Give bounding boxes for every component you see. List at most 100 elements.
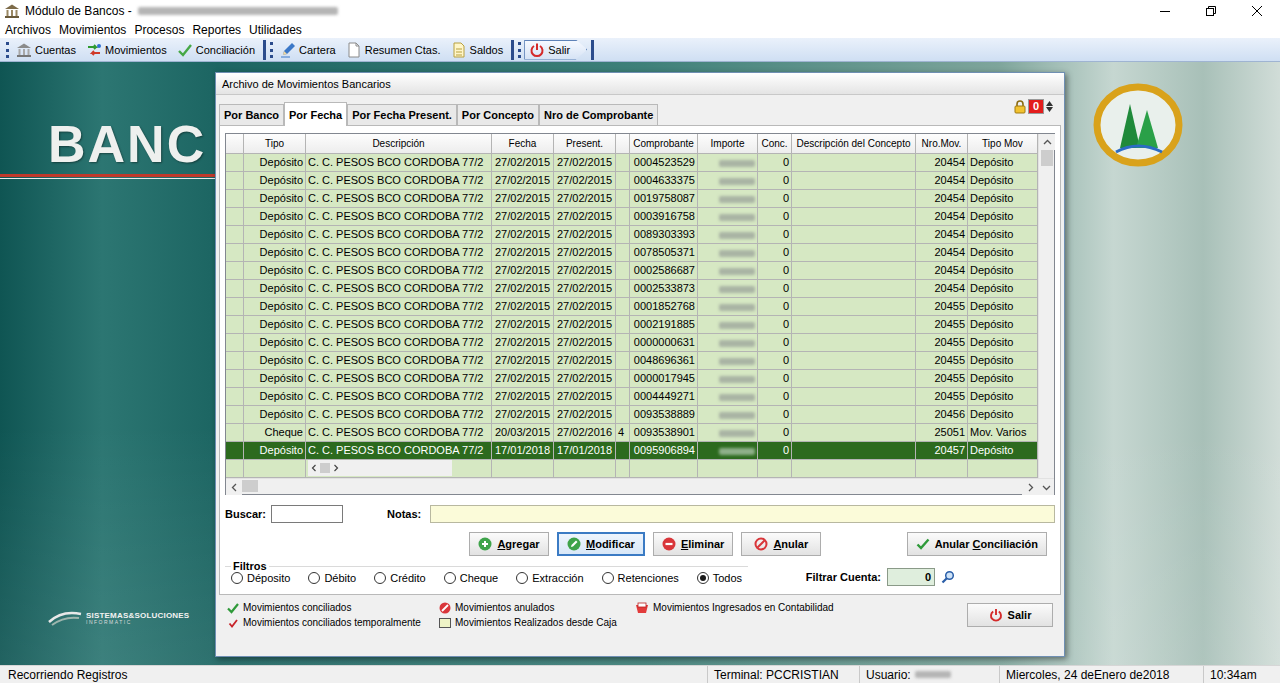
grid-new-row[interactable] bbox=[226, 460, 1038, 478]
scroll-down-button[interactable] bbox=[1038, 479, 1054, 495]
toolbar-grip[interactable] bbox=[518, 42, 521, 58]
scroll-thumb[interactable] bbox=[1041, 150, 1053, 166]
cell-scrollbar[interactable] bbox=[308, 460, 452, 476]
action-button[interactable]: Eliminar bbox=[653, 532, 733, 556]
movement-number-cell: 20455 bbox=[916, 334, 968, 352]
minimize-icon bbox=[1160, 6, 1170, 16]
type-cell: Depósito bbox=[244, 208, 306, 226]
toolbar-grip[interactable] bbox=[270, 42, 273, 58]
column-header[interactable]: Descripción bbox=[306, 134, 492, 154]
grid-row[interactable]: DepósitoC. C. PESOS BCO CORDOBA 77/227/0… bbox=[226, 244, 1038, 262]
type-cell: Depósito bbox=[244, 226, 306, 244]
column-header[interactable]: Nro.Mov. bbox=[916, 134, 968, 154]
column-header[interactable]: Conc. bbox=[758, 134, 792, 154]
grid-row[interactable]: DepósitoC. C. PESOS BCO CORDOBA 77/227/0… bbox=[226, 316, 1038, 334]
grid-row[interactable]: DepósitoC. C. PESOS BCO CORDOBA 77/227/0… bbox=[226, 280, 1038, 298]
tab[interactable]: Por Fecha Present. bbox=[347, 104, 457, 125]
movements-icon bbox=[86, 42, 102, 58]
filter-radio[interactable]: Crédito bbox=[374, 572, 425, 584]
date-cell: 27/02/2015 bbox=[492, 244, 554, 262]
clear-reconciliation-button[interactable]: Anular Conciliación bbox=[907, 532, 1047, 556]
toolbar-button[interactable]: Resumen Ctas. bbox=[342, 40, 445, 60]
add-icon bbox=[478, 537, 492, 551]
action-button[interactable]: Anular bbox=[741, 532, 821, 556]
counter-value[interactable]: 0 bbox=[1028, 99, 1044, 114]
search-input[interactable] bbox=[271, 505, 343, 523]
menu-item[interactable]: Utilidades bbox=[245, 23, 306, 37]
column-header[interactable]: Descripción del Concepto bbox=[792, 134, 916, 154]
filter-radio[interactable]: Cheque bbox=[444, 572, 499, 584]
grid-row[interactable]: DepósitoC. C. PESOS BCO CORDOBA 77/227/0… bbox=[226, 154, 1038, 172]
radio-circle bbox=[602, 572, 614, 584]
scroll-up-button[interactable] bbox=[1039, 134, 1055, 150]
grid-row[interactable]: DepósitoC. C. PESOS BCO CORDOBA 77/227/0… bbox=[226, 388, 1038, 406]
notes-input[interactable] bbox=[430, 505, 1055, 523]
toolbar-button[interactable]: Movimientos bbox=[82, 40, 171, 60]
minimize-button[interactable] bbox=[1142, 0, 1188, 22]
column-header[interactable]: Importe bbox=[698, 134, 758, 154]
filter-radio[interactable]: Extracción bbox=[516, 572, 583, 584]
horizontal-scrollbar[interactable] bbox=[226, 478, 1054, 494]
tab[interactable]: Nro de Comprobante bbox=[539, 104, 658, 125]
filter-radio[interactable]: Retenciones bbox=[602, 572, 679, 584]
grid-row[interactable]: DepósitoC. C. PESOS BCO CORDOBA 77/227/0… bbox=[226, 298, 1038, 316]
tab[interactable]: Por Concepto bbox=[457, 104, 539, 125]
concept-cell bbox=[792, 244, 916, 262]
column-header[interactable]: Tipo bbox=[244, 134, 306, 154]
column-header[interactable]: Comprobante bbox=[630, 134, 698, 154]
tab[interactable]: Por Fecha bbox=[284, 102, 347, 126]
movement-number-cell: 25051 bbox=[916, 424, 968, 442]
menu-item[interactable]: Movimientos bbox=[55, 23, 130, 37]
column-header[interactable] bbox=[616, 134, 630, 154]
toolbar-button[interactable]: Conciliación bbox=[173, 40, 259, 60]
column-header[interactable] bbox=[226, 134, 244, 154]
desktop-background: BANCSISTEMAS&SOLUCIONESINFORMATICArchivo… bbox=[0, 62, 1280, 665]
counter-spinner[interactable] bbox=[1046, 101, 1053, 112]
grid-row[interactable]: DepósitoC. C. PESOS BCO CORDOBA 77/227/0… bbox=[226, 190, 1038, 208]
column-header[interactable]: Tipo Mov bbox=[968, 134, 1038, 154]
grid-row[interactable]: DepósitoC. C. PESOS BCO CORDOBA 77/217/0… bbox=[226, 442, 1038, 460]
action-button[interactable]: Modificar bbox=[557, 532, 645, 556]
scroll-thumb[interactable] bbox=[242, 480, 258, 492]
grid-row[interactable]: DepósitoC. C. PESOS BCO CORDOBA 77/227/0… bbox=[226, 172, 1038, 190]
filter-radio[interactable]: Todos bbox=[697, 572, 742, 584]
toolbar-grip[interactable] bbox=[6, 42, 9, 58]
column-header[interactable]: Present. bbox=[554, 134, 616, 154]
exit-button[interactable]: Salir bbox=[967, 603, 1053, 627]
presented-cell: 27/02/2015 bbox=[554, 370, 616, 388]
grid-row[interactable]: DepósitoC. C. PESOS BCO CORDOBA 77/227/0… bbox=[226, 352, 1038, 370]
voucher-cell: 0095906894 bbox=[630, 442, 698, 460]
menu-item[interactable]: Reportes bbox=[188, 23, 245, 37]
close-button[interactable] bbox=[1234, 0, 1280, 22]
date-cell: 27/02/2015 bbox=[492, 262, 554, 280]
filter-radio[interactable]: Débito bbox=[308, 572, 356, 584]
grid-row[interactable]: DepósitoC. C. PESOS BCO CORDOBA 77/227/0… bbox=[226, 226, 1038, 244]
toolbar-button[interactable]: Saldos bbox=[447, 40, 508, 60]
vertical-scrollbar[interactable] bbox=[1038, 134, 1054, 478]
grid-row[interactable]: ChequeC. C. PESOS BCO CORDOBA 77/220/03/… bbox=[226, 424, 1038, 442]
scroll-right-button[interactable] bbox=[1022, 479, 1038, 495]
toolbar-button[interactable]: Salir bbox=[524, 40, 587, 60]
grid-row[interactable]: DepósitoC. C. PESOS BCO CORDOBA 77/227/0… bbox=[226, 262, 1038, 280]
tab[interactable]: Por Banco bbox=[219, 104, 284, 125]
grid-row[interactable]: DepósitoC. C. PESOS BCO CORDOBA 77/227/0… bbox=[226, 208, 1038, 226]
toolbar-button[interactable]: Cartera bbox=[276, 40, 340, 60]
search-icon[interactable] bbox=[941, 570, 955, 584]
row-indicator-cell bbox=[226, 334, 244, 352]
menu-item[interactable]: Archivos bbox=[1, 23, 55, 37]
account-filter-input[interactable]: 0 bbox=[887, 568, 935, 586]
mark-cell bbox=[616, 262, 630, 280]
column-header[interactable]: Fecha bbox=[492, 134, 554, 154]
restore-button[interactable] bbox=[1188, 0, 1234, 22]
grid-row[interactable]: DepósitoC. C. PESOS BCO CORDOBA 77/227/0… bbox=[226, 334, 1038, 352]
grid-row[interactable]: DepósitoC. C. PESOS BCO CORDOBA 77/227/0… bbox=[226, 406, 1038, 424]
menu-item[interactable]: Procesos bbox=[130, 23, 188, 37]
scroll-left-button[interactable] bbox=[226, 479, 242, 495]
grid-row[interactable]: DepósitoC. C. PESOS BCO CORDOBA 77/227/0… bbox=[226, 370, 1038, 388]
filter-radio[interactable]: Déposito bbox=[231, 572, 290, 584]
row-indicator-cell bbox=[226, 280, 244, 298]
action-button[interactable]: Agregar bbox=[469, 532, 549, 556]
toolbar-button[interactable]: Cuentas bbox=[12, 40, 80, 60]
presented-cell: 27/02/2015 bbox=[554, 334, 616, 352]
toolbar-group: Salir bbox=[524, 40, 594, 60]
